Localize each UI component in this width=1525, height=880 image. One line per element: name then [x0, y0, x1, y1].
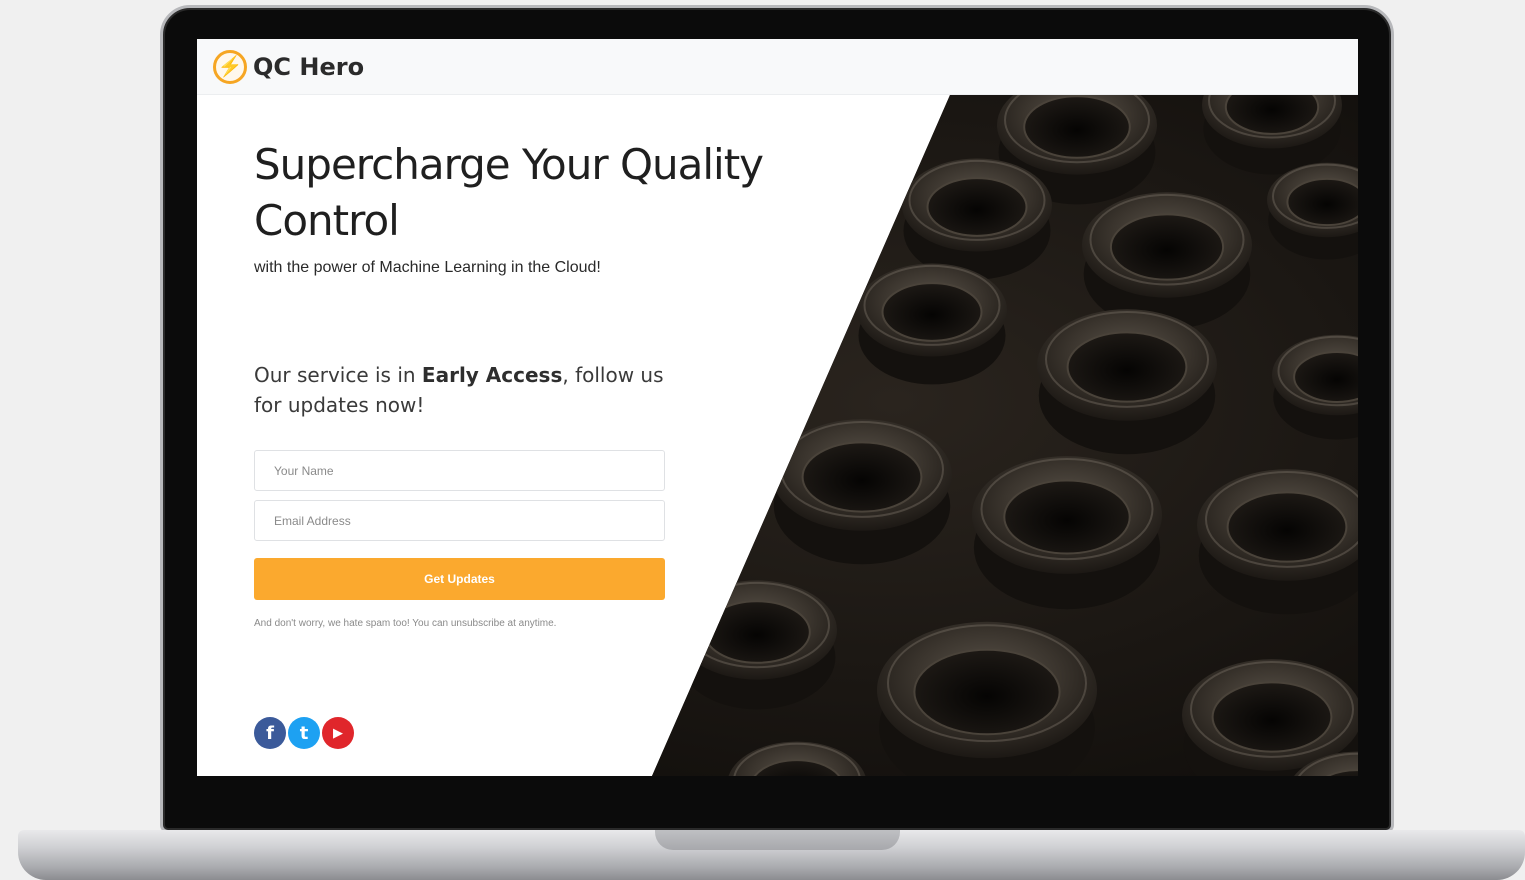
- early-access-text: Our service is in Early Access, follow u…: [254, 360, 674, 420]
- brand-name[interactable]: QC Hero: [253, 53, 364, 81]
- youtube-icon[interactable]: ▶: [322, 717, 354, 749]
- navbar: ⚡ QC Hero: [197, 39, 1358, 95]
- hero-subtitle: with the power of Machine Learning in th…: [254, 259, 601, 276]
- machined-ring: [1066, 331, 1188, 403]
- machined-ring: [1226, 491, 1348, 563]
- get-updates-button[interactable]: Get Updates: [254, 558, 665, 600]
- name-input[interactable]: [254, 450, 665, 491]
- machined-ring: [913, 648, 1061, 736]
- early-access-bold: Early Access: [421, 363, 563, 387]
- machined-ring: [801, 441, 923, 513]
- laptop-mockup: ⚡ QC Hero Supercharge Your Quality Contr…: [0, 0, 1525, 880]
- facebook-icon[interactable]: f: [254, 717, 286, 749]
- machined-ring: [926, 177, 1028, 237]
- laptop-notch: [655, 830, 900, 850]
- machined-ring: [1211, 681, 1333, 753]
- spam-note: And don't worry, we hate spam too! You c…: [254, 618, 557, 629]
- lightning-bolt-icon[interactable]: ⚡: [213, 49, 247, 84]
- page-title: Supercharge Your Quality Control: [254, 140, 764, 245]
- machined-ring: [1286, 177, 1358, 227]
- early-prefix: Our service is in: [254, 363, 422, 387]
- machined-ring: [703, 600, 811, 664]
- logo-glyph: ⚡: [217, 55, 243, 78]
- screen: ⚡ QC Hero Supercharge Your Quality Contr…: [197, 39, 1358, 776]
- twitter-icon[interactable]: t: [288, 717, 320, 749]
- social-links: f t ▶: [254, 717, 354, 749]
- machined-ring: [1109, 213, 1225, 281]
- machined-ring: [881, 282, 983, 342]
- machined-ring: [1023, 95, 1131, 159]
- email-input[interactable]: [254, 500, 665, 541]
- machined-ring: [1003, 479, 1131, 555]
